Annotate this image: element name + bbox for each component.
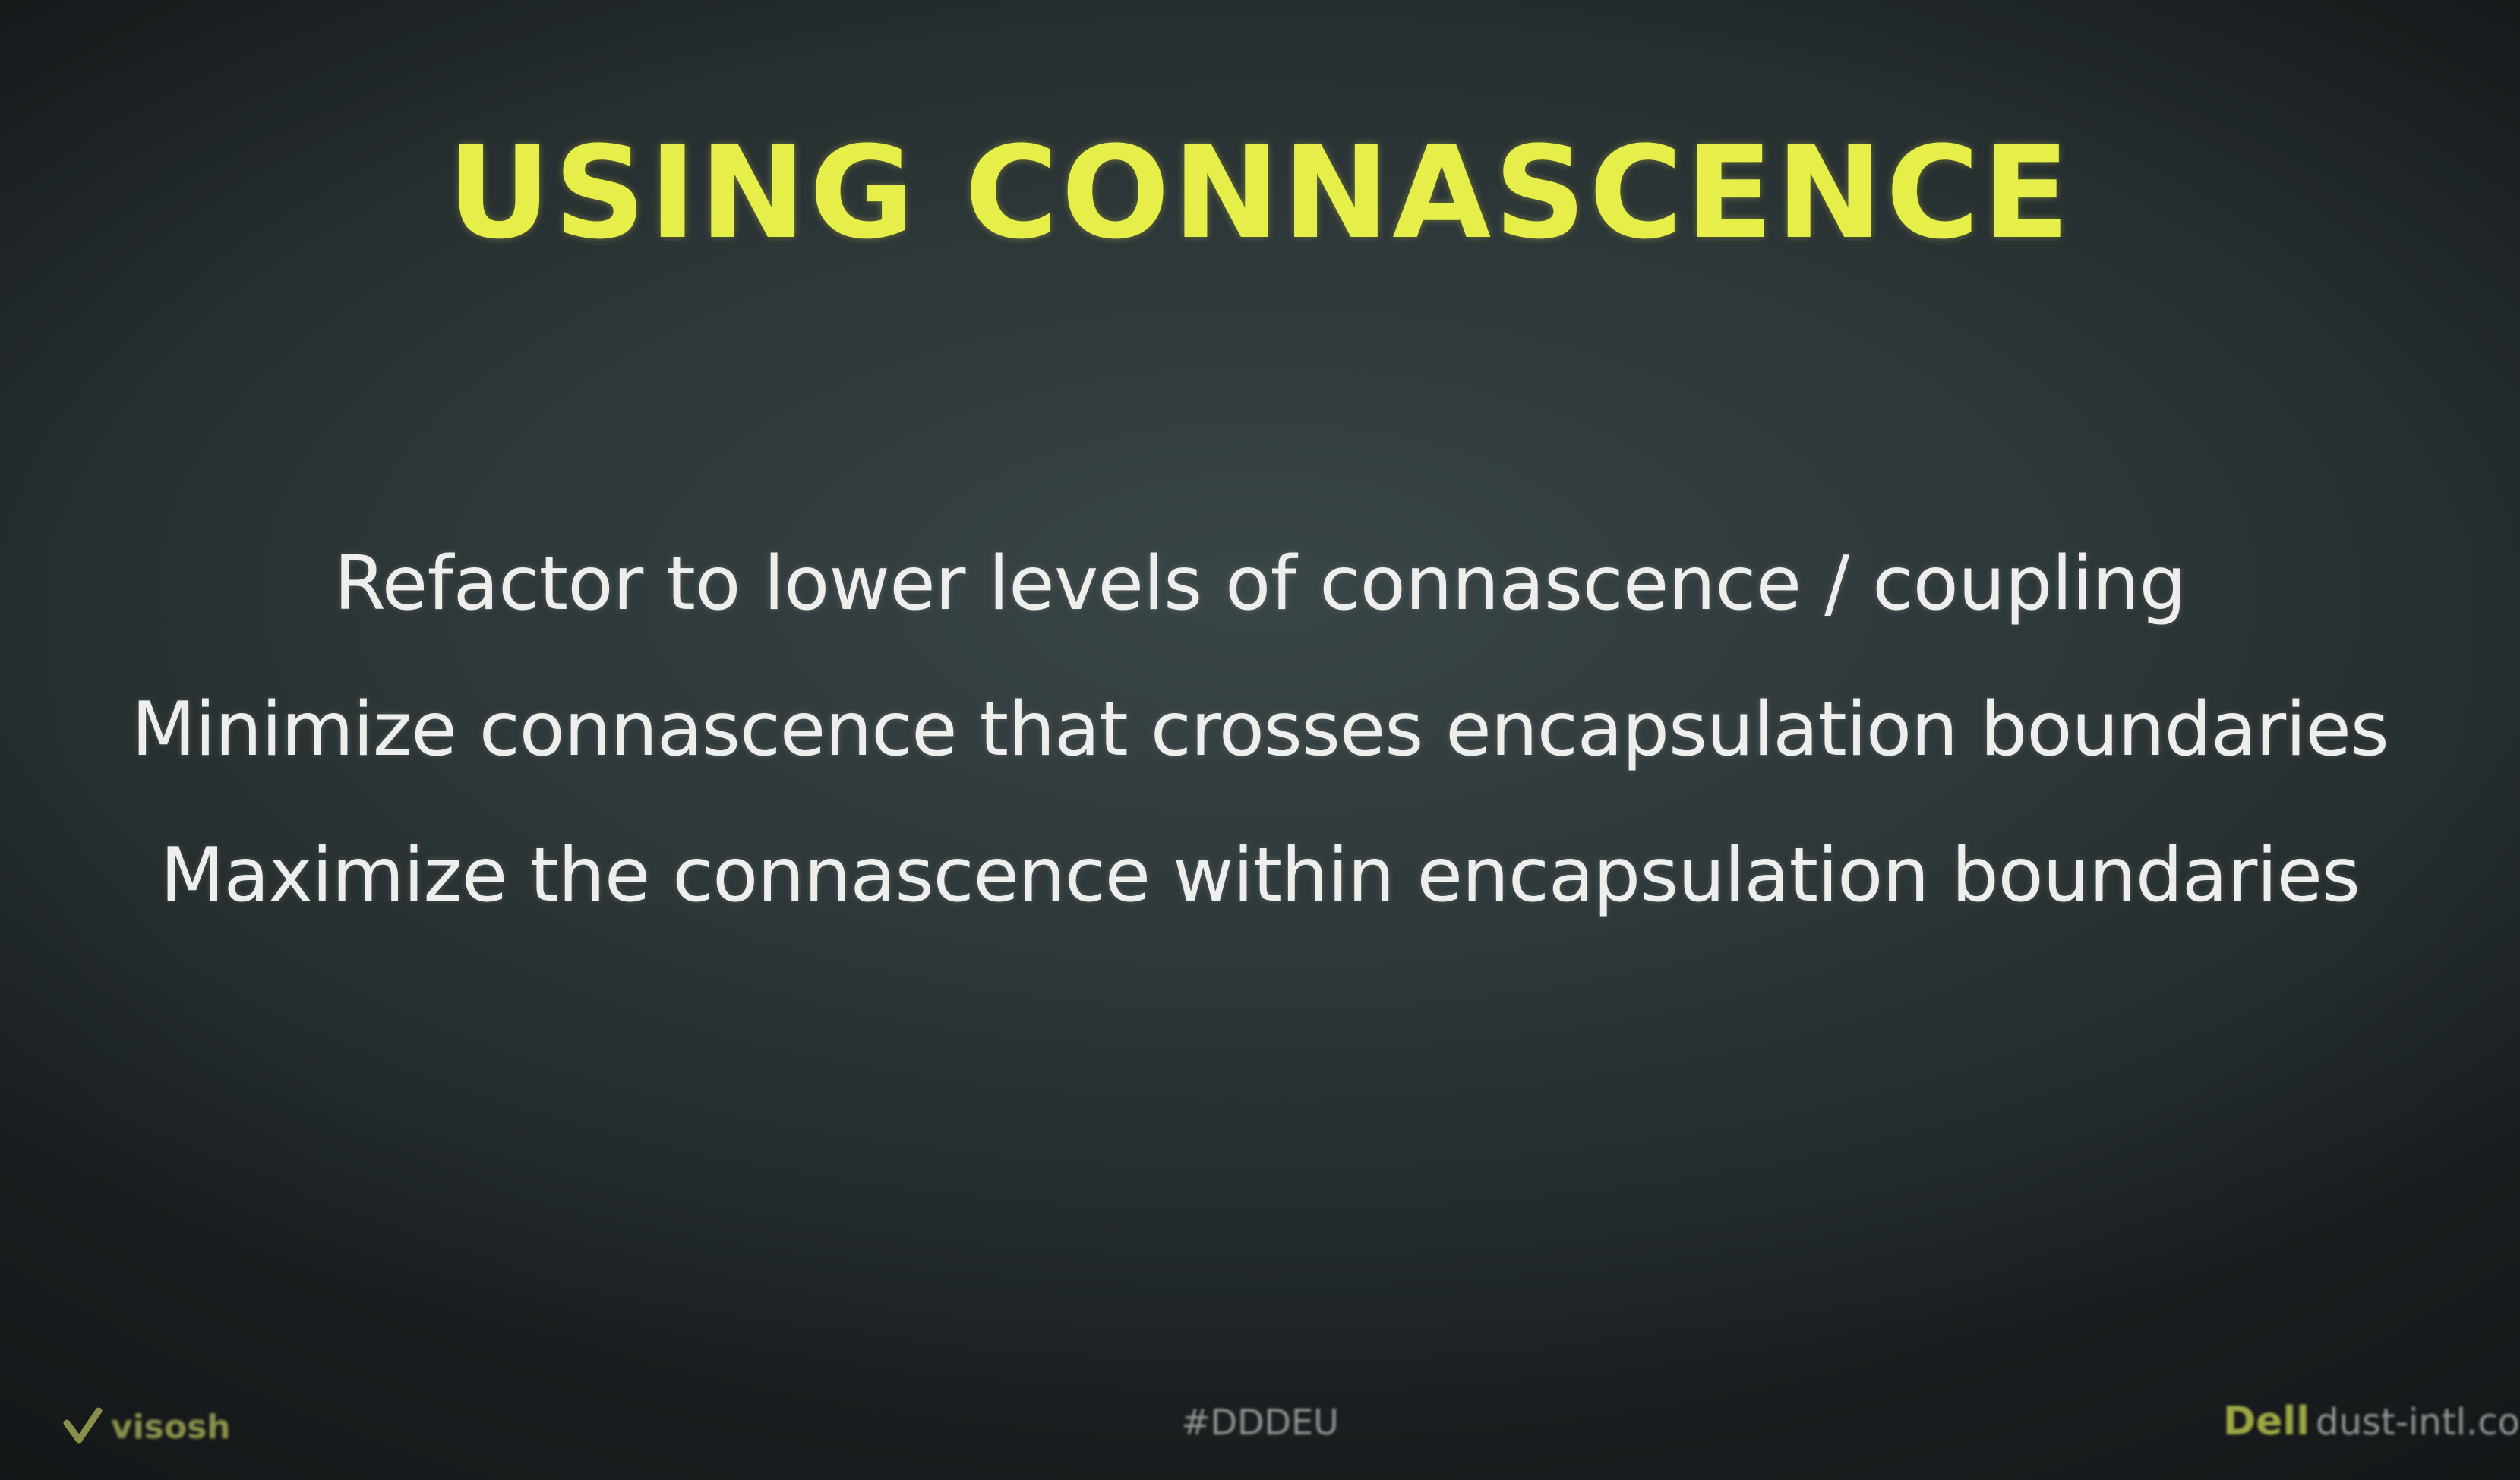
bullet-item: Refactor to lower levels of connascence … [333, 541, 2187, 627]
footer-hashtag: #DDDEU [1181, 1402, 1339, 1443]
footer-right-logo-group: Dell dust-intl.co [2223, 1399, 2520, 1444]
bullet-item: Minimize connascence that crosses encaps… [131, 686, 2389, 773]
footer-right-url: dust-intl.co [2316, 1401, 2520, 1444]
bullet-item: Maximize the connascence within encapsul… [160, 832, 2361, 919]
presentation-slide: USING CONNASCENCE Refactor to lower leve… [0, 0, 2520, 1480]
slide-title: USING CONNASCENCE [447, 118, 2073, 267]
footer-right-brand: Dell [2222, 1399, 2310, 1444]
bullet-list: Refactor to lower levels of connascence … [0, 547, 2520, 984]
